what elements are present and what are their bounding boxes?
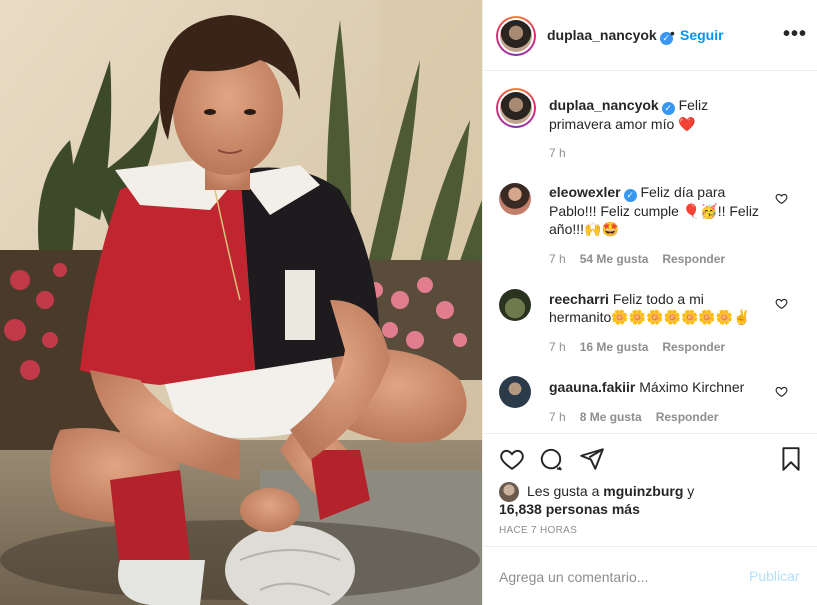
comment-username[interactable]: eleowexler <box>549 184 621 200</box>
likes-prefix: Les gusta a <box>527 483 600 499</box>
comment-time[interactable]: 7 h <box>549 252 566 266</box>
like-comment-heart-icon[interactable] <box>775 192 788 205</box>
comment-meta: 7 h 8 Me gusta Responder <box>549 410 732 424</box>
likes-conj: y <box>687 483 695 499</box>
comment-text-block: gaauna.fakiir Máximo Kirchner <box>549 378 769 396</box>
liker-avatar[interactable] <box>499 482 519 502</box>
separator-dot: • <box>670 25 675 41</box>
reply-button[interactable]: Responder <box>656 410 719 424</box>
comment-likes[interactable]: 54 Me gusta <box>580 252 649 266</box>
caption-time[interactable]: 7 h <box>549 146 566 160</box>
like-comment-heart-icon[interactable] <box>775 297 788 310</box>
comment-time[interactable]: 7 h <box>549 410 566 424</box>
photo-illustration <box>0 0 482 605</box>
verified-badge-icon: ✓ <box>661 102 675 115</box>
comment-text-block: eleowexler ✓ Feliz día para Pablo!!! Feli… <box>549 183 769 238</box>
comment-input[interactable] <box>499 565 729 589</box>
save-bookmark-icon[interactable] <box>778 446 804 472</box>
follow-button[interactable]: Seguir <box>680 27 724 43</box>
comment-avatar[interactable] <box>499 376 531 408</box>
comment-meta: 7 h 16 Me gusta Responder <box>549 340 739 354</box>
caption-username[interactable]: duplaa_nancyok <box>549 97 659 113</box>
comment-avatar[interactable] <box>499 183 531 215</box>
comment-text: Máximo Kirchner <box>639 379 745 395</box>
likes-others[interactable]: 16,838 personas más <box>499 500 640 518</box>
like-heart-icon[interactable] <box>499 446 525 472</box>
comment-text-block: reecharri Feliz todo a mi hermanito🌼🌼🌼🌼🌼… <box>549 290 769 326</box>
comment-username[interactable]: gaauna.fakiir <box>549 379 635 395</box>
author-avatar[interactable] <box>496 16 536 56</box>
post-photo[interactable] <box>0 0 482 605</box>
add-comment-section: Publicar <box>483 546 817 605</box>
caption-avatar[interactable] <box>496 88 536 128</box>
heart-emoji: ❤️ <box>678 116 696 132</box>
post-side-panel: duplaa_nancyok ✓ • Seguir ••• duplaa_nanc… <box>482 0 817 605</box>
post-header: duplaa_nancyok ✓ • Seguir ••• <box>483 0 817 71</box>
reply-button[interactable]: Responder <box>662 252 725 266</box>
author-username[interactable]: duplaa_nancyok ✓ <box>547 27 673 45</box>
post-time-ago[interactable]: HACE 7 HORAS <box>499 525 577 536</box>
more-options-icon[interactable]: ••• <box>783 23 807 46</box>
action-section: Les gusta a mguinzburg y 16,838 personas… <box>483 433 817 605</box>
like-comment-heart-icon[interactable] <box>775 385 788 398</box>
comment-likes[interactable]: 16 Me gusta <box>580 340 649 354</box>
verified-badge-icon: ✓ <box>623 189 637 202</box>
comment-meta: 7 h 54 Me gusta Responder <box>549 252 739 266</box>
comment-username[interactable]: reecharri <box>549 291 609 307</box>
liker-username[interactable]: mguinzburg <box>603 483 683 499</box>
publish-button[interactable]: Publicar <box>749 568 800 584</box>
caption-text-block: duplaa_nancyok ✓ Feliz primavera amor mío… <box>549 96 769 133</box>
caption-meta: 7 h <box>549 146 580 160</box>
author-username-text[interactable]: duplaa_nancyok <box>547 27 657 43</box>
comment-time[interactable]: 7 h <box>549 340 566 354</box>
instagram-post: duplaa_nancyok ✓ • Seguir ••• duplaa_nanc… <box>0 0 817 605</box>
comment-bubble-icon[interactable] <box>538 446 564 472</box>
reply-button[interactable]: Responder <box>662 340 725 354</box>
share-paper-plane-icon[interactable] <box>579 446 605 472</box>
comment-avatar[interactable] <box>499 289 531 321</box>
comment-likes[interactable]: 8 Me gusta <box>580 410 642 424</box>
